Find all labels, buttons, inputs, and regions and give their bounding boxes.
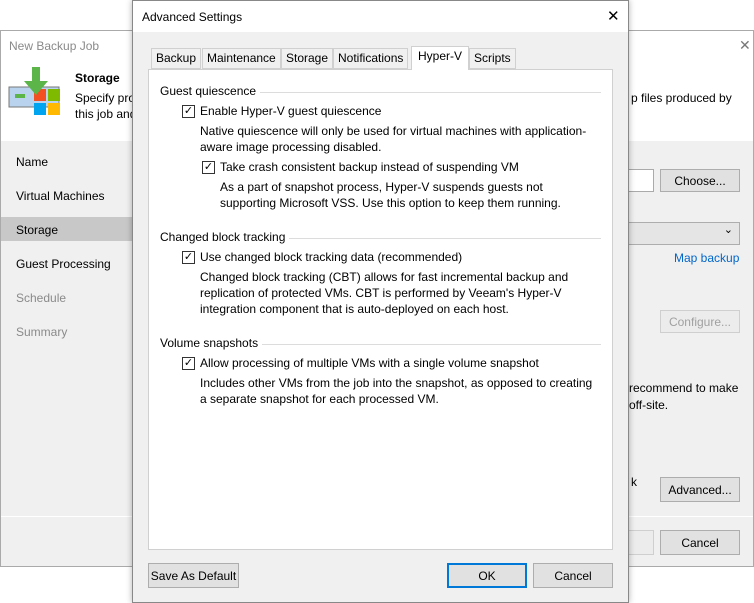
map-backup-link[interactable]: Map backup [674,251,739,265]
close-icon[interactable]: ✕ [739,37,751,54]
hyper-v-panel: Guest quiescence ✓ Enable Hyper-V guest … [148,69,613,550]
description: integration component that is auto-deplo… [200,302,509,316]
nav-virtual-machines[interactable]: Virtual Machines [16,189,105,203]
cancel-button[interactable]: Cancel [533,563,613,588]
path-field[interactable] [627,169,654,192]
close-icon[interactable]: ✕ [607,7,620,25]
cancel-button[interactable]: Cancel [660,530,740,555]
tab-scripts[interactable]: Scripts [469,48,516,69]
tab-storage[interactable]: Storage [281,48,334,69]
checkbox-label[interactable]: Allow processing of multiple VMs with a … [200,354,539,372]
choose-button[interactable]: Choose... [660,169,740,192]
description: aware image processing disabled. [200,140,382,154]
tab-backup[interactable]: Backup [151,48,202,69]
group-label: Changed block tracking [160,230,290,244]
nav-schedule[interactable]: Schedule [16,291,66,305]
description-tail: p files produced by [631,91,732,105]
checkbox-label[interactable]: Enable Hyper-V guest quiescence [200,102,381,120]
advanced-button[interactable]: Advanced... [660,477,740,502]
configure-button[interactable]: Configure... [660,310,740,333]
advanced-settings-dialog: Advanced Settings ✕ Backup Maintenance S… [132,0,629,603]
storage-icon [8,67,60,115]
dialog-title: Advanced Settings [142,10,243,24]
step-description: Specify pro [75,91,136,105]
multiple-vms-snapshot-checkbox[interactable]: ✓ [182,357,195,370]
tab-maintenance[interactable]: Maintenance [202,48,281,69]
group-volume-snapshots: Volume snapshots [160,336,601,350]
group-changed-block-tracking: Changed block tracking [160,230,601,244]
nav-guest-processing[interactable]: Guest Processing [16,257,111,271]
group-label: Guest quiescence [160,84,261,98]
repository-dropdown[interactable]: ⌄ [627,222,740,245]
checkbox-label[interactable]: Use changed block tracking data (recomme… [200,248,462,266]
step-title: Storage [75,71,120,85]
enable-guest-quiescence-checkbox[interactable]: ✓ [182,105,195,118]
crash-consistent-checkbox[interactable]: ✓ [202,161,215,174]
nav-name[interactable]: Name [16,155,48,169]
title-bar: Advanced Settings ✕ [133,1,628,32]
recommend-text: recommend to make [629,381,739,395]
nav-summary[interactable]: Summary [16,325,67,339]
save-as-default-button[interactable]: Save As Default [148,563,239,588]
group-label: Volume snapshots [160,336,263,350]
description: a separate snapshot for each processed V… [200,392,439,406]
tab-hyper-v[interactable]: Hyper-V [411,46,470,70]
description: supporting Microsoft VSS. Use this optio… [220,196,561,210]
nav-storage[interactable]: Storage [16,223,58,237]
step-description-2: this job and [75,107,137,121]
use-cbt-checkbox[interactable]: ✓ [182,251,195,264]
text-fragment: k [631,475,637,489]
tab-notifications[interactable]: Notifications [333,48,409,69]
recommend-text-2: off-site. [629,398,669,412]
ok-button[interactable]: OK [447,563,527,588]
window-title: New Backup Job [9,39,100,53]
group-guest-quiescence: Guest quiescence [160,84,601,98]
checkbox-label[interactable]: Take crash consistent backup instead of … [220,158,519,176]
